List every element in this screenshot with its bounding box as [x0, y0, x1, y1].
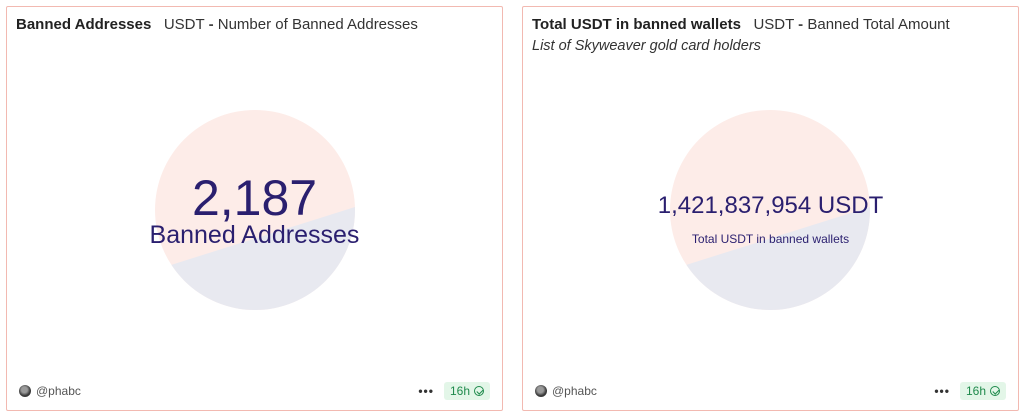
card-title-link[interactable]: Banned Addresses	[16, 16, 151, 33]
check-circle-icon	[474, 386, 484, 396]
avatar	[19, 385, 31, 397]
card-description: List of Skyweaver gold card holders	[532, 38, 761, 54]
author-name: @phabc	[552, 384, 597, 398]
query-source-link[interactable]: USDT	[753, 16, 794, 33]
card-header: Total USDT in banned wallets USDT - Bann…	[532, 16, 1009, 33]
counter-value: 2,187	[191, 170, 318, 226]
check-circle-icon	[990, 386, 1000, 396]
card-footer-actions: ••• 16h	[934, 382, 1006, 400]
avatar	[535, 385, 547, 397]
card-title-link[interactable]: Total USDT in banned wallets	[532, 16, 741, 33]
refresh-age-badge[interactable]: 16h	[959, 382, 1006, 400]
author-link[interactable]: @phabc	[535, 384, 597, 398]
age-text: 16h	[965, 384, 986, 398]
author-link[interactable]: @phabc	[19, 384, 81, 398]
more-dots-icon[interactable]: •••	[418, 384, 434, 398]
counter-label: Total USDT in banned wallets	[691, 232, 850, 246]
more-dots-icon[interactable]: •••	[934, 384, 950, 398]
card-footer-actions: ••• 16h	[418, 382, 490, 400]
title-separator: -	[208, 16, 214, 33]
age-text: 16h	[449, 384, 470, 398]
counter-label: Banned Addresses	[149, 221, 360, 249]
card-header: Banned Addresses USDT - Number of Banned…	[16, 16, 493, 33]
counter-card-total-usdt: Total USDT in banned wallets USDT - Bann…	[522, 6, 1019, 411]
query-title-link[interactable]: Banned Total Amount	[807, 16, 949, 33]
title-separator: -	[798, 16, 804, 33]
counter-value: 1,421,837,954 USDT	[657, 192, 884, 219]
author-name: @phabc	[36, 384, 81, 398]
refresh-age-badge[interactable]: 16h	[443, 382, 490, 400]
query-source-link[interactable]: USDT	[164, 16, 205, 33]
query-title-link[interactable]: Number of Banned Addresses	[218, 16, 418, 33]
counter-card-banned-addresses: Banned Addresses USDT - Number of Banned…	[6, 6, 503, 411]
